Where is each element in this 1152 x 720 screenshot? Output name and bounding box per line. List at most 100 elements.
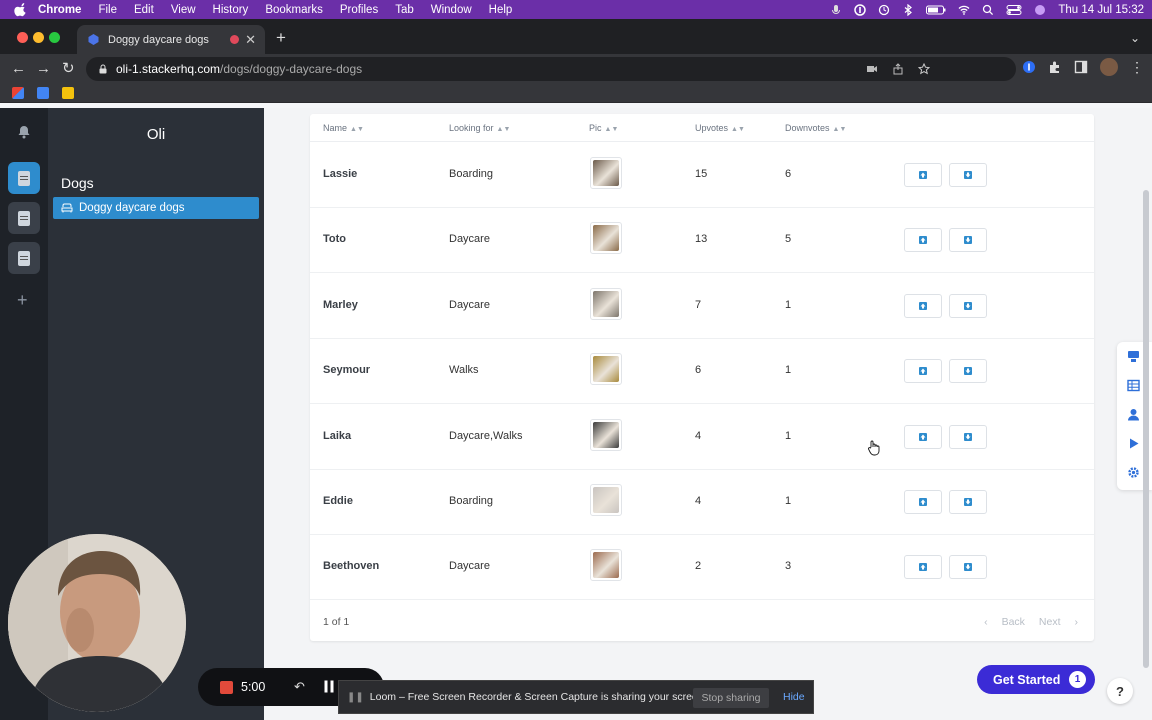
- table-row[interactable]: Marley Daycare 7 1: [310, 274, 1094, 339]
- stop-recording-button[interactable]: [220, 681, 233, 694]
- control-center-icon[interactable]: [1006, 4, 1022, 16]
- dog-photo-thumbnail[interactable]: [590, 549, 622, 582]
- restart-recording-icon[interactable]: ↶: [294, 679, 305, 695]
- table-grid-icon[interactable]: [1127, 379, 1140, 392]
- dog-photo-thumbnail[interactable]: [590, 484, 622, 516]
- sort-arrows-icon[interactable]: ▲▼: [350, 126, 364, 133]
- column-header-name[interactable]: Name ▲▼: [323, 123, 364, 133]
- chrome-menu-icon[interactable]: ⋮: [1130, 59, 1144, 76]
- downvote-button[interactable]: [949, 228, 987, 253]
- window-zoom-button[interactable]: [49, 32, 60, 43]
- next-chevron-icon[interactable]: ›: [1075, 616, 1079, 628]
- menu-profiles[interactable]: Profiles: [340, 4, 378, 16]
- column-header-looking-for[interactable]: Looking for ▲▼: [449, 123, 510, 133]
- play-icon[interactable]: [1127, 437, 1140, 450]
- window-close-button[interactable]: [17, 32, 28, 43]
- layout-icon[interactable]: [1127, 350, 1140, 363]
- menu-history[interactable]: History: [213, 4, 249, 16]
- back-button[interactable]: Back: [1002, 616, 1025, 628]
- upvote-button[interactable]: [904, 555, 942, 580]
- column-header-downvotes[interactable]: Downvotes ▲▼: [785, 123, 846, 133]
- gmail-bookmark-icon[interactable]: [12, 87, 24, 99]
- address-bar[interactable]: oli-1.stackerhq.com/dogs/doggy-daycare-d…: [86, 57, 1016, 81]
- upvote-button[interactable]: [904, 490, 942, 514]
- downvote-button[interactable]: [949, 293, 987, 318]
- rail-app-3[interactable]: [8, 242, 40, 274]
- new-tab-button[interactable]: +: [276, 29, 286, 46]
- dog-photo-thumbnail[interactable]: [590, 287, 622, 320]
- sync-icon[interactable]: [878, 4, 890, 16]
- wifi-icon[interactable]: [958, 4, 970, 16]
- menu-file[interactable]: File: [98, 4, 117, 16]
- add-app-plus-icon[interactable]: +: [17, 291, 28, 309]
- upvote-button[interactable]: [904, 424, 942, 449]
- table-row[interactable]: Lassie Boarding 15 6: [310, 143, 1094, 208]
- help-button[interactable]: ?: [1107, 678, 1133, 704]
- table-row[interactable]: Toto Daycare 13 5: [310, 208, 1094, 274]
- sidebar-section-dogs[interactable]: Dogs: [61, 175, 94, 191]
- window-minimize-button[interactable]: [33, 32, 44, 43]
- onepassword-extension-icon[interactable]: [1022, 60, 1036, 74]
- downvote-button[interactable]: [949, 490, 987, 514]
- microphone-icon[interactable]: [830, 4, 842, 16]
- forward-arrow-icon[interactable]: →: [36, 60, 51, 78]
- pause-icon[interactable]: [323, 680, 335, 693]
- back-arrow-icon[interactable]: ←: [11, 60, 26, 78]
- user-icon[interactable]: [1127, 408, 1140, 421]
- hide-notice-button[interactable]: Hide: [783, 691, 805, 703]
- profile-avatar[interactable]: [1100, 58, 1118, 76]
- notes-bookmark-icon[interactable]: [62, 87, 74, 99]
- browser-tab-active[interactable]: Doggy daycare dogs ✕: [77, 25, 265, 54]
- menu-app-chrome[interactable]: Chrome: [38, 4, 81, 16]
- table-row[interactable]: Beethoven Daycare 2 3: [310, 535, 1094, 601]
- rail-app-dogs[interactable]: [8, 162, 40, 194]
- upvote-button[interactable]: [904, 163, 942, 187]
- spotlight-search-icon[interactable]: [982, 4, 994, 16]
- upvote-button[interactable]: [904, 228, 942, 253]
- side-panel-icon[interactable]: [1074, 60, 1088, 74]
- sort-arrows-icon[interactable]: ▲▼: [605, 126, 619, 133]
- menu-edit[interactable]: Edit: [134, 4, 154, 16]
- column-header-upvotes[interactable]: Upvotes ▲▼: [695, 123, 745, 133]
- downvote-button[interactable]: [949, 359, 987, 384]
- battery-icon[interactable]: [926, 4, 946, 16]
- calendar-bookmark-icon[interactable]: [37, 87, 49, 99]
- settings-gear-icon[interactable]: [1127, 466, 1140, 479]
- dog-photo-thumbnail[interactable]: [590, 222, 622, 255]
- downvote-button[interactable]: [949, 555, 987, 580]
- apple-logo-icon[interactable]: [14, 2, 28, 17]
- downvote-button[interactable]: [949, 163, 987, 187]
- extensions-puzzle-icon[interactable]: [1048, 60, 1062, 74]
- notification-bell-icon[interactable]: [17, 125, 31, 139]
- share-icon[interactable]: [892, 63, 904, 75]
- camera-blocked-icon[interactable]: [866, 63, 878, 75]
- drag-handle-icon[interactable]: ❚❚: [347, 692, 364, 703]
- menu-bookmarks[interactable]: Bookmarks: [265, 4, 323, 16]
- reload-icon[interactable]: ↻: [62, 60, 75, 78]
- next-button[interactable]: Next: [1039, 616, 1061, 628]
- menu-window[interactable]: Window: [431, 4, 472, 16]
- dog-photo-thumbnail[interactable]: [590, 353, 622, 386]
- menubar-clock[interactable]: Thu 14 Jul 15:32: [1058, 4, 1144, 16]
- menu-help[interactable]: Help: [489, 4, 513, 16]
- sort-arrows-icon[interactable]: ▲▼: [497, 126, 511, 133]
- password-manager-icon[interactable]: [854, 3, 867, 16]
- dog-photo-thumbnail[interactable]: [590, 157, 622, 189]
- table-row[interactable]: Seymour Walks 6 1: [310, 339, 1094, 405]
- dog-photo-thumbnail[interactable]: [590, 418, 622, 451]
- tab-search-chevron-icon[interactable]: ⌄: [1130, 31, 1140, 45]
- lock-icon[interactable]: [98, 64, 108, 74]
- bluetooth-icon[interactable]: [902, 3, 914, 16]
- sort-arrows-icon[interactable]: ▲▼: [731, 126, 745, 133]
- menu-tab[interactable]: Tab: [395, 4, 414, 16]
- upvote-button[interactable]: [904, 359, 942, 384]
- table-row[interactable]: Laika Daycare,Walks 4 1: [310, 405, 1094, 470]
- loom-webcam-bubble[interactable]: [8, 534, 186, 712]
- page-scrollbar[interactable]: [1143, 190, 1149, 668]
- upvote-button[interactable]: [904, 293, 942, 318]
- bookmark-star-icon[interactable]: [918, 63, 930, 75]
- get-started-button[interactable]: Get Started 1: [977, 665, 1095, 694]
- menu-view[interactable]: View: [171, 4, 196, 16]
- downvote-button[interactable]: [949, 424, 987, 449]
- tab-close-icon[interactable]: ✕: [245, 32, 256, 48]
